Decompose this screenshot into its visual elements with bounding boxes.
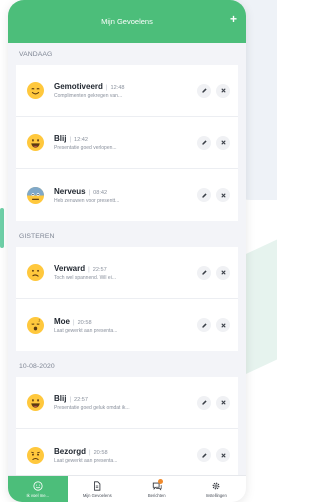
mood-title: Nerveus	[54, 186, 86, 196]
delete-button[interactable]	[216, 448, 230, 462]
entry-time: 12:42	[74, 137, 89, 143]
happy-emoji-icon	[27, 394, 44, 411]
notification-badge	[158, 479, 163, 484]
tab-label: Berichten	[147, 492, 166, 498]
tab-instellingen[interactable]: Instellingen	[187, 476, 247, 502]
entry-snippet: Toch wel spannend. Wil ei...	[54, 275, 116, 281]
pencil-icon	[201, 452, 207, 458]
tab-ik-voel-me[interactable]: Ik voel me...	[8, 476, 68, 502]
bottom-tab-bar: Ik voel me... Mijn Gevoelens Berichten I…	[8, 475, 246, 502]
edit-button[interactable]	[197, 265, 211, 280]
pencil-icon	[201, 140, 207, 145]
delete-button[interactable]	[216, 83, 230, 98]
mood-title: Blij	[54, 134, 67, 143]
separator: |	[69, 137, 72, 143]
entry-snippet: Presentatie goed geluk omdat ik...	[54, 405, 130, 411]
screen: Mijn Gevoelens + VANDAAG Gemotiveerd | 12:…	[0, 0, 277, 502]
tab-label: Ik voel me...	[26, 492, 50, 498]
entry-snippet: Laat gewerkt aan presenta...	[54, 457, 118, 464]
page-title: Mijn Gevoelens	[101, 17, 153, 26]
mood-title: Gemotiveerd	[54, 82, 103, 91]
edit-button[interactable]	[197, 448, 211, 462]
close-icon	[220, 140, 226, 145]
entry-time: 22:57	[92, 267, 107, 273]
list-item[interactable]: Blij | 22:57 Presentatie goed geluk omdat …	[16, 377, 238, 429]
separator: |	[88, 189, 91, 196]
nervous-emoji-icon	[27, 186, 44, 204]
list-item[interactable]: Gemotiveerd | 12:48 Complimenten gekregen …	[16, 65, 238, 117]
gear-icon	[211, 481, 221, 491]
list-item[interactable]: Blij | 12:42 Presentatie goed verlopen...	[16, 117, 238, 169]
mood-title: Moe	[54, 316, 70, 326]
edit-button[interactable]	[197, 188, 211, 202]
document-icon	[92, 480, 102, 491]
smiley-icon	[33, 480, 43, 491]
edit-button[interactable]	[197, 395, 211, 410]
separator: |	[105, 85, 108, 91]
entry-time: 12:48	[110, 85, 125, 91]
section-header: VANDAAG	[19, 50, 53, 58]
close-icon	[220, 88, 226, 93]
motivated-emoji-icon	[27, 82, 44, 99]
tab-berichten[interactable]: Berichten	[127, 476, 187, 502]
app-header: Mijn Gevoelens +	[8, 0, 246, 43]
close-icon	[220, 270, 226, 275]
happy-emoji-icon	[27, 134, 44, 151]
entry-time: 20:58	[93, 449, 108, 456]
pencil-icon	[201, 192, 207, 198]
edit-button[interactable]	[197, 135, 211, 150]
pencil-icon	[201, 322, 207, 328]
entry-time: 08:42	[93, 189, 108, 196]
add-entry-button[interactable]: +	[230, 13, 237, 25]
close-icon	[220, 400, 226, 405]
tab-mijn-gevoelens[interactable]: Mijn Gevoelens	[68, 476, 128, 502]
delete-button[interactable]	[216, 135, 230, 150]
app-frame: Mijn Gevoelens + VANDAAG Gemotiveerd | 12:…	[8, 0, 246, 502]
pencil-icon	[201, 88, 207, 93]
entry-snippet: Laat gewerkt aan presenta...	[54, 327, 118, 334]
close-icon	[220, 192, 226, 198]
close-icon	[220, 322, 226, 328]
delete-button[interactable]	[216, 265, 230, 280]
feelings-list[interactable]: VANDAAG Gemotiveerd | 12:48 Complimenten g…	[8, 43, 246, 475]
list-item[interactable]: z Moe | 20:58 Laat gewerkt aan presenta...	[16, 299, 238, 351]
separator: |	[69, 397, 72, 403]
confused-emoji-icon	[27, 264, 44, 281]
entry-time: 20:58	[77, 319, 92, 326]
tab-label: Instellingen	[205, 492, 227, 498]
mood-title: Bezorgd	[54, 446, 86, 456]
delete-button[interactable]	[216, 188, 230, 202]
delete-button[interactable]	[216, 318, 230, 332]
list-item[interactable]: Verward | 22:57 Toch wel spannend. Wil ei.…	[16, 247, 238, 299]
entry-snippet: Heb zenuwen voor presentt...	[54, 197, 120, 204]
edit-button[interactable]	[197, 83, 211, 98]
tab-label: Mijn Gevoelens	[82, 492, 112, 498]
edit-button[interactable]	[197, 318, 211, 332]
entry-snippet: Complimenten gekregen van...	[54, 93, 123, 99]
background-accent	[0, 208, 4, 248]
section-header: 10-08-2020	[19, 362, 55, 370]
list-item[interactable]: Bezorgd | 20:58 Laat gewerkt aan presenta.…	[16, 429, 238, 475]
tired-emoji-icon: z	[27, 316, 44, 334]
list-item[interactable]: Nerveus | 08:42 Heb zenuwen voor presentt.…	[16, 169, 238, 221]
separator: |	[89, 449, 91, 456]
close-icon	[220, 452, 226, 458]
delete-button[interactable]	[216, 395, 230, 410]
worried-emoji-icon	[27, 446, 44, 464]
mood-title: Blij	[54, 394, 67, 403]
pencil-icon	[201, 400, 207, 405]
entry-time: 22:57	[74, 397, 89, 403]
svg-text:z: z	[38, 318, 40, 322]
pencil-icon	[201, 270, 207, 275]
mood-title: Verward	[54, 264, 86, 273]
separator: |	[73, 319, 75, 326]
section-header: GISTEREN	[19, 232, 55, 240]
separator: |	[88, 267, 90, 273]
entry-snippet: Presentatie goed verlopen...	[54, 145, 117, 151]
